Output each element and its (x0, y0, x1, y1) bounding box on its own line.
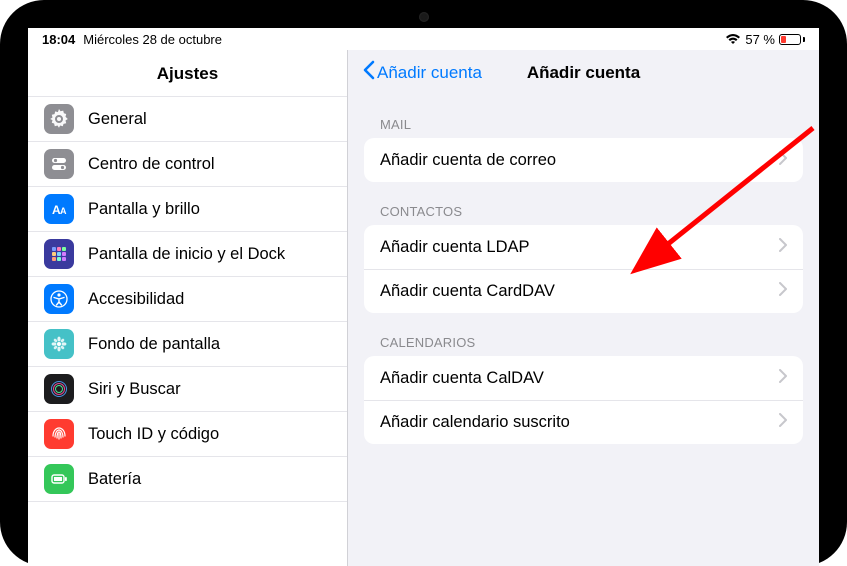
fingerprint-icon (44, 419, 74, 449)
section-header-contacts: CONTACTOS (364, 182, 803, 225)
chevron-right-icon (779, 282, 787, 301)
device-frame: 18:04 Miércoles 28 de octubre 57 % Ajust… (0, 0, 847, 566)
sidebar-item-touchid-code[interactable]: Touch ID y código (28, 412, 347, 457)
status-time: 18:04 (42, 32, 75, 47)
row-add-subscribed-calendar[interactable]: Añadir calendario suscrito (364, 400, 803, 444)
row-add-caldav[interactable]: Añadir cuenta CalDAV (364, 356, 803, 400)
sidebar-item-label: Siri y Buscar (88, 380, 181, 399)
sidebar-item-label: Pantalla y brillo (88, 200, 200, 219)
siri-icon (44, 374, 74, 404)
svg-text:A: A (60, 206, 67, 216)
sidebar-item-label: General (88, 110, 147, 129)
row-label: Añadir cuenta LDAP (380, 238, 530, 257)
chevron-right-icon (779, 369, 787, 388)
grid-icon (44, 239, 74, 269)
status-bar: 18:04 Miércoles 28 de octubre 57 % (28, 28, 819, 50)
battery-percent: 57 % (745, 32, 775, 47)
back-button-label: Añadir cuenta (377, 63, 482, 83)
sidebar-item-label: Touch ID y código (88, 425, 219, 444)
gear-icon (44, 104, 74, 134)
row-label: Añadir cuenta de correo (380, 151, 556, 170)
sidebar-item-label: Batería (88, 470, 141, 489)
chevron-left-icon (362, 60, 375, 85)
detail-title: Añadir cuenta (527, 63, 640, 83)
sidebar-item-label: Accesibilidad (88, 290, 184, 309)
sidebar-item-general[interactable]: General (28, 97, 347, 142)
sidebar-item-accessibility[interactable]: Accesibilidad (28, 277, 347, 322)
section-group-calendars: Añadir cuenta CalDAV Añadir calendario s… (364, 356, 803, 444)
person-icon (44, 284, 74, 314)
sidebar-title: Ajustes (28, 50, 347, 96)
sidebar-item-display-brightness[interactable]: AA Pantalla y brillo (28, 187, 347, 232)
battery-icon (779, 34, 805, 45)
back-button[interactable]: Añadir cuenta (362, 60, 482, 85)
row-add-ldap[interactable]: Añadir cuenta LDAP (364, 225, 803, 269)
section-group-contacts: Añadir cuenta LDAP Añadir cuenta CardDAV (364, 225, 803, 313)
sidebar-item-home-dock[interactable]: Pantalla de inicio y el Dock (28, 232, 347, 277)
chevron-right-icon (779, 238, 787, 257)
detail-pane: Añadir cuenta Añadir cuenta MAIL Añadir … (348, 50, 819, 566)
wifi-icon (725, 33, 741, 45)
chevron-right-icon (779, 413, 787, 432)
row-label: Añadir cuenta CardDAV (380, 282, 555, 301)
sidebar-list: General Centro de control AA Pantalla y … (28, 96, 347, 566)
sidebar-item-wallpaper[interactable]: Fondo de pantalla (28, 322, 347, 367)
row-add-mail-account[interactable]: Añadir cuenta de correo (364, 138, 803, 182)
chevron-right-icon (779, 151, 787, 170)
sidebar-item-battery[interactable]: Batería (28, 457, 347, 502)
sidebar-item-label: Centro de control (88, 155, 215, 174)
row-label: Añadir cuenta CalDAV (380, 369, 544, 388)
section-group-mail: Añadir cuenta de correo (364, 138, 803, 182)
screen: 18:04 Miércoles 28 de octubre 57 % Ajust… (28, 28, 819, 566)
section-header-mail: MAIL (364, 95, 803, 138)
row-label: Añadir calendario suscrito (380, 413, 570, 432)
sidebar-item-siri-search[interactable]: Siri y Buscar (28, 367, 347, 412)
flower-icon (44, 329, 74, 359)
status-date: Miércoles 28 de octubre (83, 32, 222, 47)
section-header-calendars: CALENDARIOS (364, 313, 803, 356)
text-size-icon: AA (44, 194, 74, 224)
front-camera (419, 12, 429, 22)
row-add-carddav[interactable]: Añadir cuenta CardDAV (364, 269, 803, 313)
toggles-icon (44, 149, 74, 179)
settings-sidebar: Ajustes General Centro de control (28, 50, 348, 566)
sidebar-item-control-center[interactable]: Centro de control (28, 142, 347, 187)
detail-header: Añadir cuenta Añadir cuenta (348, 50, 819, 95)
sidebar-item-label: Pantalla de inicio y el Dock (88, 245, 285, 264)
sidebar-item-label: Fondo de pantalla (88, 335, 220, 354)
battery-icon (44, 464, 74, 494)
